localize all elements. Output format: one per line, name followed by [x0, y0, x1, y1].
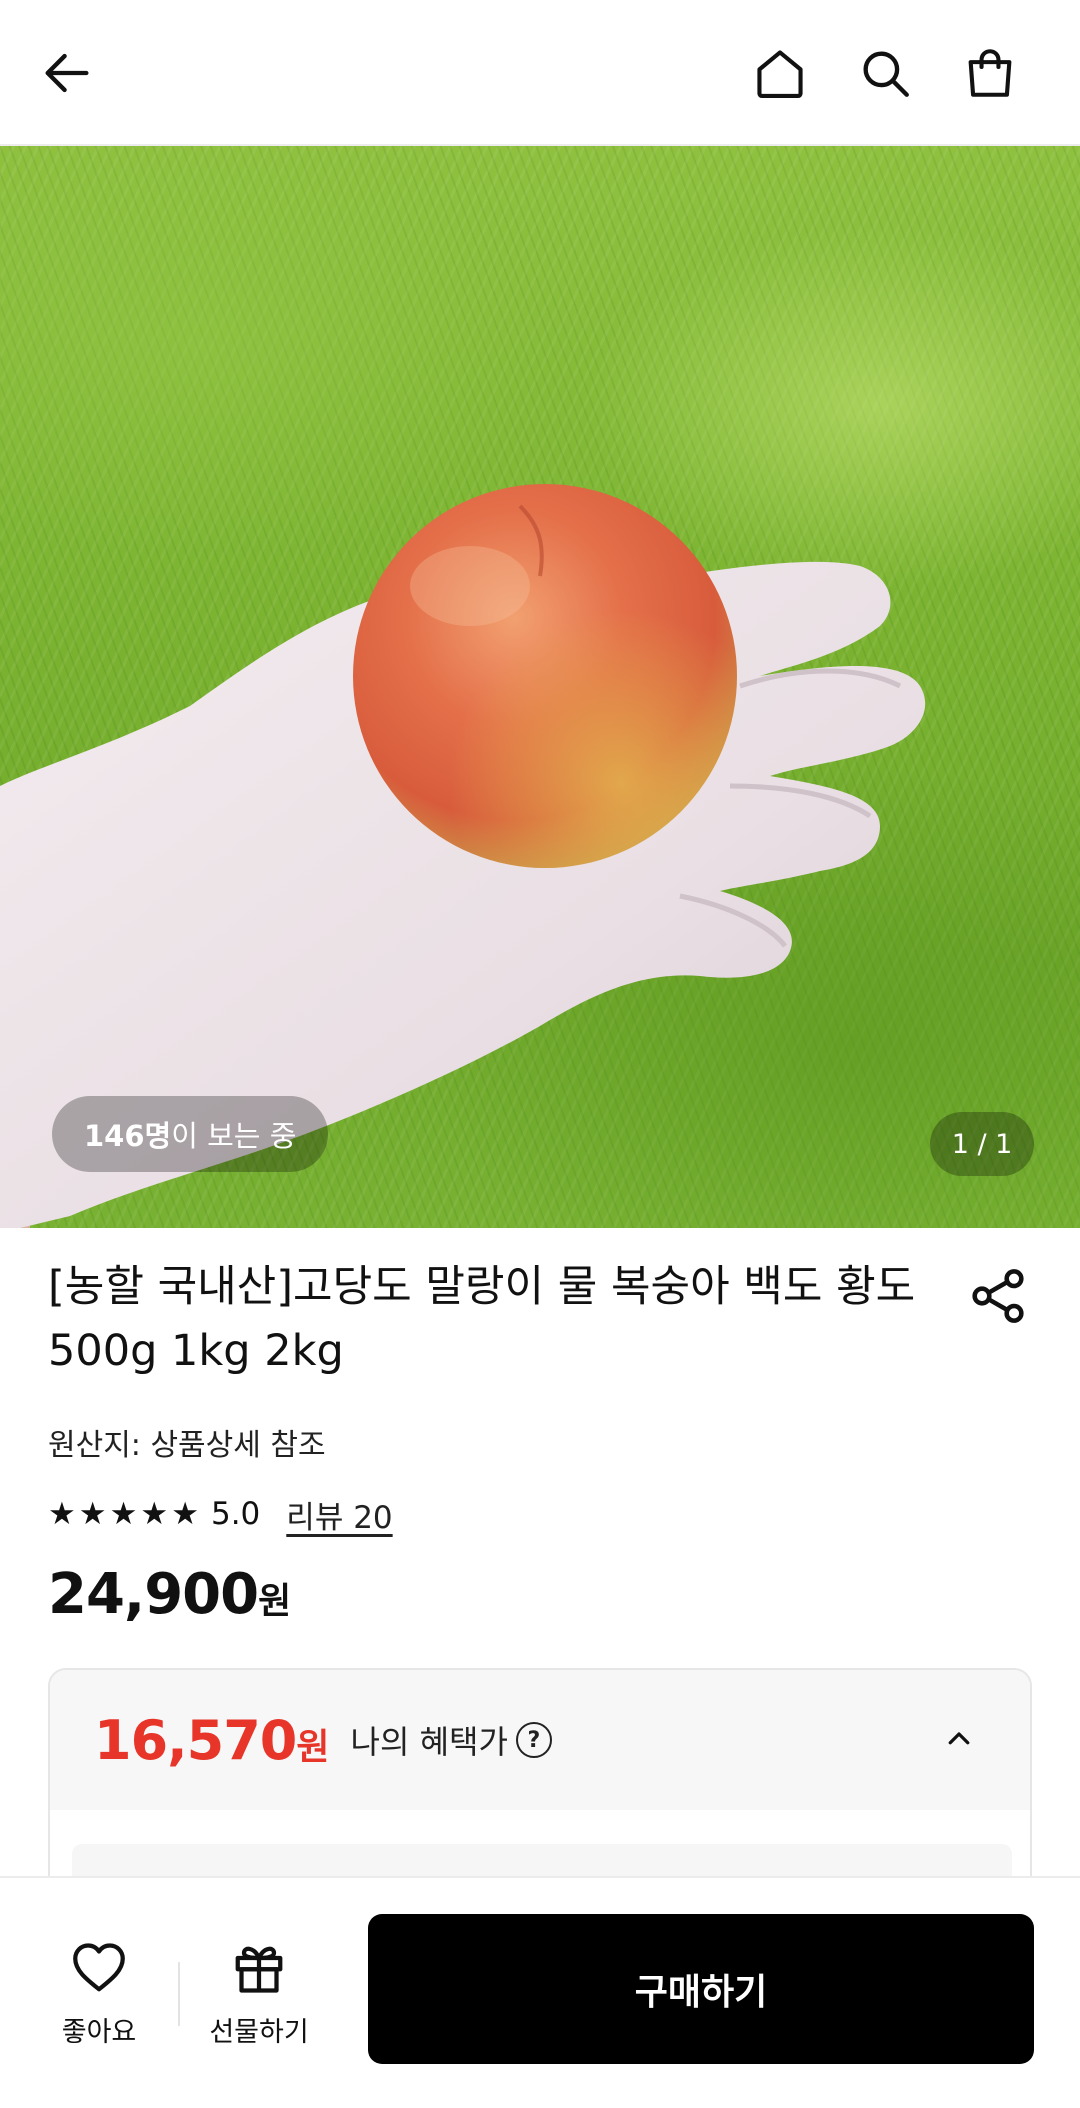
- bottom-action-bar: 좋아요 선물하기 구매하기: [0, 1876, 1080, 2108]
- shopping-bag-icon: [968, 49, 1012, 97]
- product-photo: [0, 484, 926, 1228]
- share-button[interactable]: [966, 1264, 1030, 1328]
- sale-number: 16,570: [94, 1708, 297, 1772]
- home-icon: [757, 50, 803, 99]
- back-button[interactable]: [34, 40, 100, 106]
- image-pager: 1 / 1: [930, 1112, 1034, 1176]
- price-unit: 원: [258, 1581, 291, 1622]
- origin-info: 원산지: 상품상세 참조: [48, 1428, 326, 1463]
- star-icon: ★: [78, 1495, 107, 1532]
- divider: [178, 1962, 180, 2026]
- like-label: 좋아요: [61, 2017, 137, 2048]
- star-icon: ★: [109, 1495, 138, 1532]
- star-icon: ★: [171, 1495, 199, 1532]
- star-icon: ★: [140, 1495, 169, 1532]
- top-app-bar: [0, 0, 1080, 146]
- benefit-price-toggle[interactable]: 16,570원 나의 혜택가 ?: [50, 1670, 1030, 1810]
- product-title: [농할 국내산]고당도 말랑이 물 복숭아 백도 황도 500g 1kg 2kg: [48, 1262, 916, 1376]
- buy-button[interactable]: 구매하기: [368, 1914, 1034, 2064]
- share-icon: [972, 1269, 1024, 1323]
- review-link[interactable]: 리뷰 20: [286, 1492, 392, 1537]
- star-icon: ★: [48, 1495, 76, 1532]
- sale-unit: 원: [296, 1726, 329, 1768]
- gift-icon: [235, 1946, 283, 1993]
- search-icon: [863, 51, 909, 97]
- like-button[interactable]: 좋아요: [34, 1938, 164, 2049]
- benefit-price: 16,570원: [94, 1708, 330, 1772]
- cart-button[interactable]: [957, 40, 1023, 106]
- home-button[interactable]: [747, 40, 813, 106]
- rating-row: ★ ★ ★ ★ ★ 5.0 리뷰 20: [48, 1492, 393, 1536]
- chevron-up-icon[interactable]: [944, 1724, 974, 1754]
- heart-icon: [73, 1943, 125, 1992]
- benefit-label-wrap: 나의 혜택가 ?: [351, 1717, 552, 1763]
- benefit-label: 나의 혜택가: [350, 1723, 508, 1761]
- viewers-count: 146명: [84, 1119, 172, 1153]
- price-number: 24,900: [48, 1562, 259, 1627]
- original-price: 24,900원: [48, 1562, 291, 1627]
- help-icon[interactable]: ?: [515, 1722, 552, 1758]
- viewers-suffix: 이 보는 중: [171, 1119, 297, 1153]
- arrow-left-icon: [45, 53, 89, 93]
- gift-button[interactable]: 선물하기: [194, 1938, 324, 2049]
- search-button[interactable]: [852, 40, 918, 106]
- gift-label: 선물하기: [209, 2017, 309, 2048]
- product-image-carousel[interactable]: 146명 이 보는 중 1 / 1: [0, 146, 1080, 1228]
- rating-stars: ★ ★ ★ ★ ★: [48, 1495, 199, 1532]
- rating-value: 5.0: [210, 1496, 261, 1532]
- viewers-badge: 146명 이 보는 중: [52, 1096, 329, 1172]
